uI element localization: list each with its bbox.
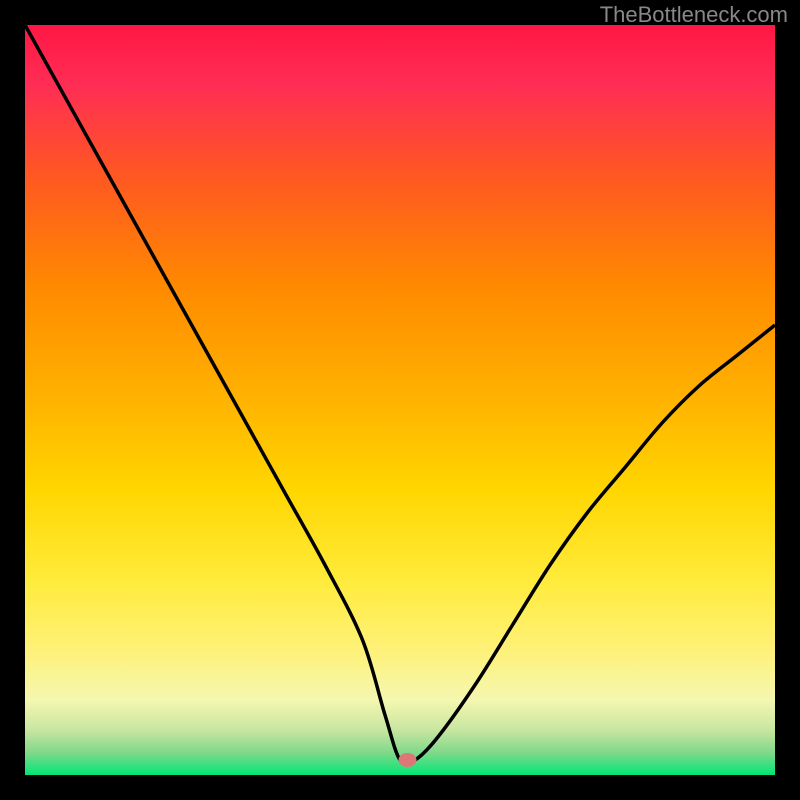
chart-svg — [25, 25, 775, 775]
chart-container: TheBottleneck.com — [0, 0, 800, 800]
watermark-text: TheBottleneck.com — [600, 2, 788, 28]
plot-area — [25, 25, 775, 775]
gradient-background — [25, 25, 775, 775]
minimum-marker — [399, 753, 417, 767]
